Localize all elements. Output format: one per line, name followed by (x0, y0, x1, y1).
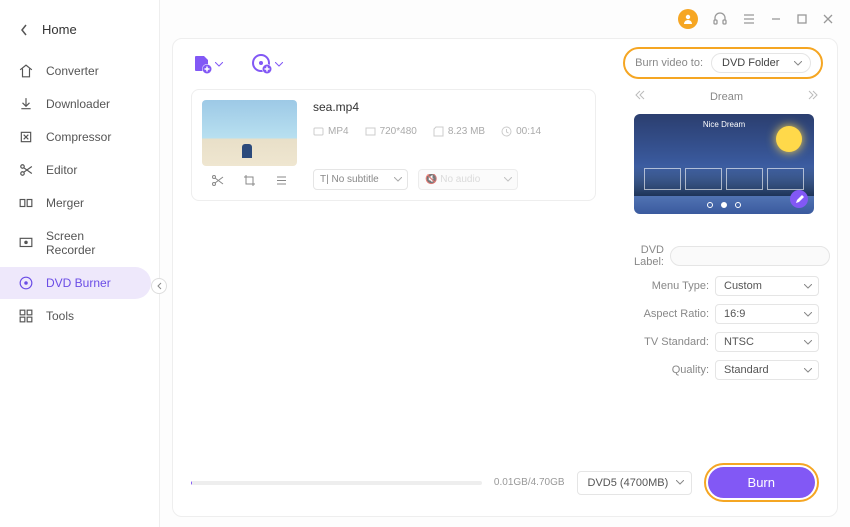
sidebar-item-label: Downloader (46, 97, 110, 111)
sidebar-item-label: Converter (46, 64, 99, 78)
quality-label: Quality: (634, 364, 709, 376)
sidebar-item-label: Compressor (46, 130, 111, 144)
crop-icon (243, 174, 256, 187)
subtitle-select[interactable]: T| No subtitle (313, 169, 408, 190)
capacity-progress-bar (191, 481, 482, 485)
burn-video-to-group: Burn video to: DVD Folder (623, 47, 823, 79)
scissors-icon (211, 174, 224, 187)
capacity-text: 0.01GB/4.70GB (494, 477, 565, 488)
sidebar-item-downloader[interactable]: Downloader (0, 88, 151, 120)
sidebar-icon (18, 130, 34, 144)
sidebar-item-label: Tools (46, 309, 74, 323)
size-icon (433, 126, 444, 137)
more-button[interactable] (275, 174, 288, 190)
add-disc-icon (251, 53, 273, 75)
file-name: sea.mp4 (313, 100, 585, 114)
sidebar-item-screen-recorder[interactable]: Screen Recorder (0, 220, 151, 266)
crop-button[interactable] (243, 174, 256, 190)
file-resolution: 720*480 (380, 126, 417, 137)
template-preview[interactable]: Nice Dream (634, 114, 814, 214)
sidebar-icon (18, 97, 34, 111)
sidebar-item-label: Editor (46, 163, 77, 177)
chevron-left-icon (156, 282, 162, 290)
chevron-left-double-icon (634, 89, 646, 101)
list-icon (275, 174, 288, 187)
chevron-down-icon (275, 62, 283, 67)
chevron-left-icon (20, 24, 28, 36)
audio-select[interactable]: 🔇 No audio (418, 169, 518, 190)
format-icon (313, 126, 324, 137)
resolution-icon (365, 126, 376, 137)
aspect-ratio-label: Aspect Ratio: (634, 308, 709, 320)
burn-button-highlight: Burn (704, 463, 819, 502)
home-nav[interactable]: Home (0, 12, 159, 47)
pencil-icon (795, 195, 804, 204)
file-format: MP4 (328, 126, 349, 137)
burn-button[interactable]: Burn (708, 467, 815, 498)
close-icon[interactable] (822, 13, 834, 25)
menu-type-label: Menu Type: (634, 280, 709, 292)
tv-standard-select[interactable]: NTSC (715, 332, 819, 352)
add-file-button[interactable] (191, 53, 223, 75)
menu-type-select[interactable]: Custom (715, 276, 819, 296)
sidebar-item-compressor[interactable]: Compressor (0, 121, 151, 153)
burn-to-select[interactable]: DVD Folder (711, 53, 811, 73)
sidebar-item-converter[interactable]: Converter (0, 55, 151, 87)
sidebar-item-merger[interactable]: Merger (0, 187, 151, 219)
aspect-ratio-select[interactable]: 16:9 (715, 304, 819, 324)
disc-type-select[interactable]: DVD5 (4700MB) (577, 471, 692, 495)
sun-graphic (776, 126, 802, 152)
sidebar-icon (18, 309, 34, 323)
sidebar-item-editor[interactable]: Editor (0, 154, 151, 186)
template-next-button[interactable] (807, 89, 819, 104)
template-edit-button[interactable] (790, 190, 808, 208)
add-file-icon (191, 53, 213, 75)
sidebar-item-dvd-burner[interactable]: DVD Burner (0, 267, 151, 299)
sidebar-item-label: Screen Recorder (46, 229, 133, 257)
sidebar-icon (18, 64, 34, 78)
chevron-right-double-icon (807, 89, 819, 101)
template-prev-button[interactable] (634, 89, 646, 104)
sidebar-item-label: Merger (46, 196, 84, 210)
sidebar-icon (18, 236, 34, 250)
sidebar-item-label: DVD Burner (46, 276, 111, 290)
file-card: sea.mp4 MP4 720*480 8.23 MB 00:14 T| No … (191, 89, 596, 201)
add-disc-button[interactable] (251, 53, 283, 75)
user-icon (682, 13, 694, 25)
quality-select[interactable]: Standard (715, 360, 819, 380)
file-size: 8.23 MB (448, 126, 485, 137)
burn-to-label: Burn video to: (635, 57, 703, 69)
dvd-label-input[interactable] (670, 246, 830, 266)
cut-button[interactable] (211, 174, 224, 190)
sidebar-collapse-button[interactable] (151, 278, 167, 294)
video-thumbnail[interactable] (202, 100, 297, 166)
user-avatar[interactable] (678, 9, 698, 29)
template-name: Dream (710, 91, 743, 103)
sidebar-icon (18, 196, 34, 210)
maximize-icon[interactable] (796, 13, 808, 25)
chevron-down-icon (215, 62, 223, 67)
dvd-label-label: DVD Label: (634, 244, 664, 268)
sidebar-icon (18, 276, 34, 290)
tv-standard-label: TV Standard: (634, 336, 709, 348)
sidebar-icon (18, 163, 34, 177)
headset-icon[interactable] (712, 11, 728, 27)
home-label: Home (42, 22, 77, 37)
clock-icon (501, 126, 512, 137)
sidebar-item-tools[interactable]: Tools (0, 300, 151, 332)
minimize-icon[interactable] (770, 13, 782, 25)
menu-icon[interactable] (742, 12, 756, 26)
file-duration: 00:14 (516, 126, 541, 137)
